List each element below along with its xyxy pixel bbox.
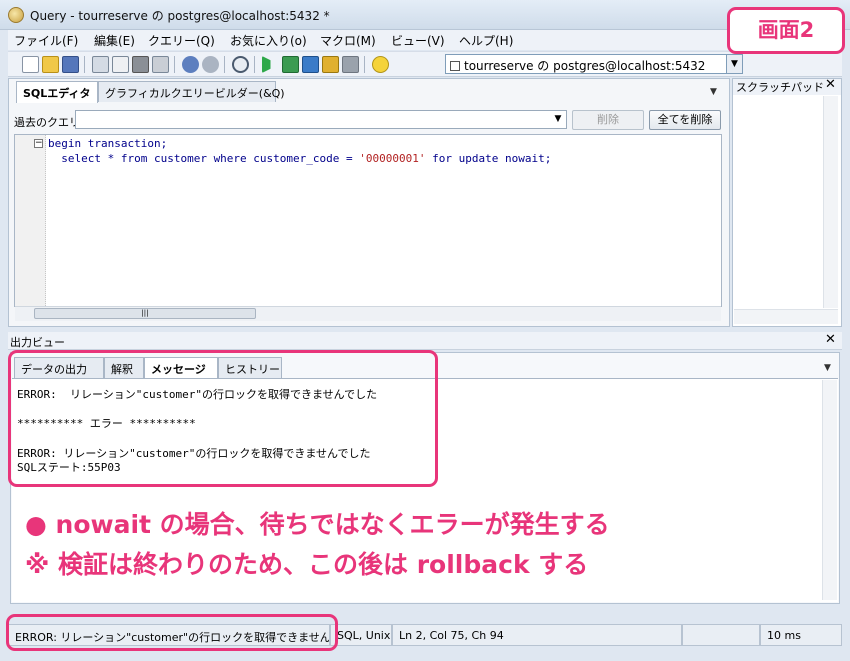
execute-icon[interactable] bbox=[262, 56, 279, 73]
open-folder-icon[interactable] bbox=[42, 56, 59, 73]
output-view-title: 出力ビュー bbox=[10, 336, 65, 349]
redo-icon[interactable] bbox=[202, 56, 219, 73]
help-icon[interactable] bbox=[372, 56, 389, 73]
tab-sql-editor-label: SQLエディタ bbox=[23, 87, 91, 100]
history-select[interactable] bbox=[75, 110, 567, 129]
scratch-pad-title: スクラッチパッド bbox=[736, 81, 824, 94]
chevron-down-icon[interactable]: ▼ bbox=[726, 55, 742, 73]
tab-graphical-query-builder[interactable]: グラフィカルクエリービルダー(&Q) bbox=[98, 81, 285, 102]
cut-icon[interactable] bbox=[92, 56, 109, 73]
scratch-pad-horizontal-scrollbar[interactable] bbox=[734, 309, 838, 324]
tab-sql-editor[interactable]: SQLエディタ bbox=[16, 81, 98, 103]
close-icon[interactable]: ✕ bbox=[825, 332, 836, 347]
scratch-pad-vertical-scrollbar[interactable] bbox=[823, 96, 838, 308]
menu-favorites[interactable]: お気に入り(o) bbox=[230, 32, 307, 49]
connection-label: tourreserve の postgres@localhost:5432 bbox=[464, 59, 706, 73]
annotation-rollback: ※ 検証は終わりのため、この後は rollback する bbox=[25, 550, 589, 579]
menu-macros[interactable]: マクロ(M) bbox=[320, 32, 376, 49]
tab-graphical-query-builder-label: グラフィカルクエリービルダー(&Q) bbox=[105, 87, 285, 100]
chevron-down-icon[interactable]: ▼ bbox=[710, 87, 717, 97]
paste-icon[interactable] bbox=[132, 56, 149, 73]
code-line-2-text: select * from customer where customer_co… bbox=[48, 152, 552, 165]
messages-highlight-box bbox=[8, 350, 438, 487]
history-label: 過去のクエリ bbox=[14, 116, 80, 129]
connection-checkbox[interactable] bbox=[450, 61, 460, 71]
fold-toggle-icon[interactable]: − bbox=[34, 139, 43, 148]
menu-help[interactable]: ヘルプ(H) bbox=[459, 32, 513, 49]
execute-pgscript-icon[interactable] bbox=[282, 56, 299, 73]
status-encoding: SQL, Unix bbox=[330, 624, 392, 646]
elephant-app-icon bbox=[8, 7, 24, 23]
cancel-query-icon[interactable] bbox=[342, 56, 359, 73]
status-duration: 10 ms bbox=[760, 624, 842, 646]
editor-tab-strip: SQLエディタ グラフィカルクエリービルダー(&Q) ▼ bbox=[10, 81, 728, 103]
execute-to-file-icon[interactable] bbox=[302, 56, 319, 73]
code-line-1-text: begin transaction; bbox=[48, 137, 168, 150]
delete-button[interactable]: 削除 bbox=[572, 110, 644, 130]
menu-file[interactable]: ファイル(F) bbox=[14, 32, 78, 49]
chevron-down-icon[interactable]: ▼ bbox=[550, 111, 566, 128]
status-cursor-position: Ln 2, Col 75, Ch 94 bbox=[392, 624, 682, 646]
menu-view[interactable]: ビュー(V) bbox=[391, 32, 445, 49]
window-title: Query - tourreserve の postgres@localhost… bbox=[30, 9, 330, 23]
editor-scroll-thumb[interactable]: ||| bbox=[34, 308, 256, 319]
menu-query[interactable]: クエリー(Q) bbox=[148, 32, 215, 49]
delete-all-button[interactable]: 全てを削除 bbox=[649, 110, 721, 130]
explain-icon[interactable] bbox=[322, 56, 339, 73]
connection-select[interactable]: tourreserve の postgres@localhost:5432 bbox=[445, 54, 743, 74]
save-icon[interactable] bbox=[62, 56, 79, 73]
annotation-nowait: ● nowait の場合、待ちではなくエラーが発生する bbox=[25, 510, 610, 539]
status-highlight-box bbox=[6, 614, 338, 651]
copy-icon[interactable] bbox=[112, 56, 129, 73]
new-file-icon[interactable] bbox=[22, 56, 39, 73]
output-view-header bbox=[8, 332, 842, 350]
close-icon[interactable]: ✕ bbox=[825, 77, 836, 92]
menu-bar: ファイル(F) 編集(E) クエリー(Q) お気に入り(o) マクロ(M) ビュ… bbox=[8, 30, 730, 50]
find-icon[interactable] bbox=[232, 56, 249, 73]
menu-edit[interactable]: 編集(E) bbox=[94, 32, 135, 49]
output-vertical-scrollbar[interactable] bbox=[822, 380, 837, 600]
code-gutter bbox=[15, 135, 46, 306]
code-line-1: begin transaction; bbox=[48, 137, 167, 150]
chevron-down-icon[interactable]: ▼ bbox=[824, 363, 831, 373]
undo-icon[interactable] bbox=[182, 56, 199, 73]
status-spacer bbox=[682, 624, 760, 646]
screen-badge: 画面2 bbox=[727, 7, 845, 54]
sql-string-literal: '00000001' bbox=[359, 152, 426, 165]
code-line-2: select * from customer where customer_co… bbox=[48, 152, 551, 165]
eraser-icon[interactable] bbox=[152, 56, 169, 73]
